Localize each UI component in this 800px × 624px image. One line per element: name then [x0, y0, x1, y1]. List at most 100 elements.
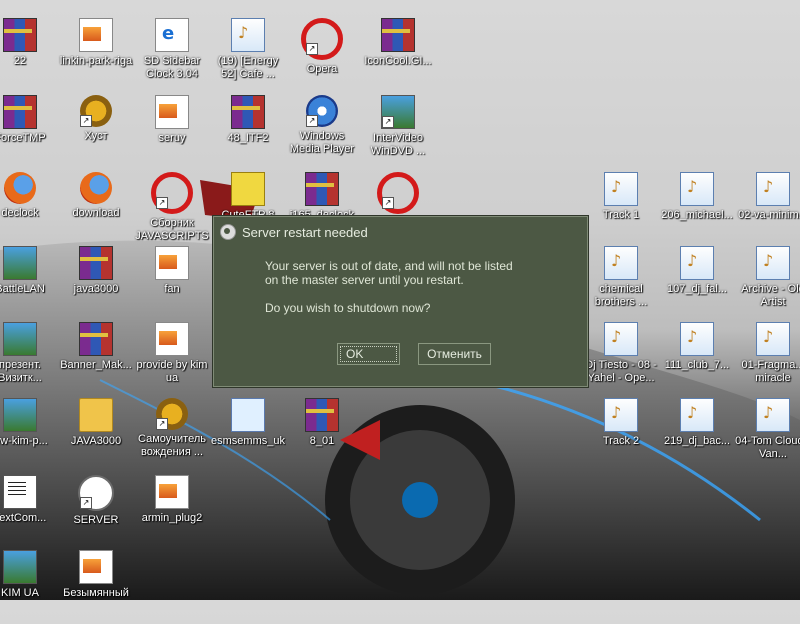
desktop-icon-intervideo-windvd[interactable]: ↗ InterVideo WinDVD ... — [360, 95, 436, 169]
desktop-icon-dj-tiesto[interactable]: Dj Tiesto - 08 - Yahel - Ope... — [583, 322, 659, 396]
desktop-icon-download[interactable]: download — [58, 172, 134, 246]
file-icon — [79, 18, 113, 52]
dialog-message: Your server is out of date, and will not… — [265, 259, 565, 315]
desktop-icon-seruy[interactable]: seruy — [134, 95, 210, 169]
shortcut-arrow-icon: ↗ — [306, 115, 318, 127]
desktop-icon-fan[interactable]: fan — [134, 246, 210, 320]
desktop-icon-iconcool[interactable]: IconCool.GI... — [360, 18, 436, 92]
file-icon — [3, 398, 37, 432]
file-icon — [305, 398, 339, 432]
file-icon: ↗ — [377, 172, 419, 214]
desktop-icon-server[interactable]: ↗ SERVER — [58, 475, 134, 549]
file-icon — [4, 172, 36, 204]
icon-label: 48_ITF2 — [227, 132, 269, 144]
file-icon — [604, 322, 638, 356]
file-icon — [231, 172, 265, 206]
desktop-icon-kim-ua[interactable]: KIM UA — [0, 550, 58, 624]
desktop-icon-esmsemms-uk[interactable]: esmsemms_uk — [210, 398, 286, 472]
desktop-icon-04-tom-cloud[interactable]: 04-Tom Cloud--Van... — [735, 398, 800, 472]
icon-label: seruy — [158, 132, 186, 144]
file-icon — [381, 18, 415, 52]
icon-label: SD Sidebar Clock 3.04 — [143, 55, 201, 80]
desktop-icon-111-club[interactable]: 111_club_7... — [659, 322, 735, 396]
shortcut-arrow-icon: ↗ — [80, 115, 92, 127]
icon-label: java3000 — [73, 283, 119, 295]
desktop-icon-107-dj-fal[interactable]: 107_dj_fal... — [659, 246, 735, 320]
file-icon — [3, 95, 37, 129]
desktop-icon-armin-plug2[interactable]: armin_plug2 — [134, 475, 210, 549]
icon-label: SERVER — [73, 514, 119, 526]
file-icon — [155, 95, 189, 129]
desktop-icon-java3000[interactable]: java3000 — [58, 246, 134, 320]
ok-button[interactable]: OK — [337, 343, 400, 365]
desktop-icon-ww-kim[interactable]: ww-kim-p... — [0, 398, 58, 472]
shutdown-question: Do you wish to shutdown now? — [265, 301, 431, 315]
file-icon — [155, 475, 189, 509]
icon-label: Windows Media Player — [289, 130, 355, 155]
desktop-icon-22[interactable]: 22 — [0, 18, 58, 92]
desktop-icon-206-michael[interactable]: 206_michael... — [659, 172, 735, 246]
icon-label: ForceTMP — [0, 132, 46, 144]
file-icon — [756, 172, 790, 206]
icon-label: Самоучитель вождения ... — [138, 433, 206, 458]
file-icon: ↗ — [301, 18, 343, 60]
desktop-icon-sd-sidebar-clock[interactable]: SD Sidebar Clock 3.04 — [134, 18, 210, 92]
desktop-icon-opera[interactable]: ↗ Opera — [284, 18, 360, 92]
file-icon — [680, 172, 714, 206]
icon-label: 22 — [13, 55, 27, 67]
desktop-icon-219-dj-bac[interactable]: 219_dj_bac... — [659, 398, 735, 472]
desktop-icon-02-va-minim[interactable]: 02-va-minim... — [735, 172, 800, 246]
file-icon: ↗ — [381, 95, 415, 129]
file-icon — [680, 246, 714, 280]
icon-label: 107_dj_fal... — [667, 283, 727, 295]
desktop-icon-windows-media-player[interactable]: ↗ Windows Media Player — [284, 95, 360, 169]
dialog-titlebar[interactable]: Server restart needed — [214, 217, 587, 247]
file-icon — [3, 18, 37, 52]
icon-label: Хуст — [84, 130, 108, 142]
icon-label: Archive - Old Artist — [741, 283, 800, 308]
desktop-icon-java3000-folder[interactable]: JAVA3000 — [58, 398, 134, 472]
desktop-icon-khust[interactable]: ↗ Хуст — [58, 95, 134, 169]
file-icon: ↗ — [151, 172, 193, 214]
desktop-icon-01-fragma[interactable]: 01-Fragma... miracle — [735, 322, 800, 396]
shortcut-arrow-icon: ↗ — [156, 197, 168, 209]
file-icon — [3, 322, 37, 356]
file-icon — [305, 172, 339, 206]
shortcut-arrow-icon: ↗ — [156, 418, 168, 430]
desktop-icon-sbornik-javascripts[interactable]: ↗ Сборник JAVASCRIPTS — [134, 172, 210, 246]
icon-label: (19) [Energy 52] Cafe ... — [217, 55, 279, 80]
file-icon: ↗ — [156, 398, 188, 430]
desktop-icon-archive-old-artist[interactable]: Archive - Old Artist — [735, 246, 800, 320]
desktop-icon-banner-mak[interactable]: Banner_Mak... — [58, 322, 134, 396]
desktop-icon-48-itf2[interactable]: 48_ITF2 — [210, 95, 286, 169]
desktop-icon-prezent[interactable]: презент. Визитк... — [0, 322, 58, 396]
desktop-icon-provide-by-kim-ua[interactable]: provide by kim ua — [134, 322, 210, 396]
file-icon — [604, 172, 638, 206]
desktop-icon-samouchitel[interactable]: ↗ Самоучитель вождения ... — [134, 398, 210, 472]
desktop-icon-forcetmp[interactable]: ForceTMP — [0, 95, 58, 169]
shortcut-arrow-icon: ↗ — [80, 497, 92, 509]
cancel-button[interactable]: Отменить — [418, 343, 491, 365]
desktop-icon-track-2[interactable]: Track 2 — [583, 398, 659, 472]
file-icon — [155, 18, 189, 52]
icon-label: 8_01 — [309, 435, 335, 447]
desktop-icon-chemical-brothers[interactable]: chemical brothers ... — [583, 246, 659, 320]
file-icon: ↗ — [78, 475, 114, 511]
desktop-icon-8-01[interactable]: 8_01 — [284, 398, 360, 472]
icon-label: declock — [1, 207, 39, 219]
shortcut-arrow-icon: ↗ — [382, 116, 394, 128]
icon-label: Сборник JAVASCRIPTS — [135, 217, 209, 242]
file-icon — [79, 398, 113, 432]
file-icon — [680, 322, 714, 356]
desktop-icon-energy-52-cafe[interactable]: (19) [Energy 52] Cafe ... — [210, 18, 286, 92]
desktop-icon-linkin-park-riga[interactable]: linkin-park-riga — [58, 18, 134, 92]
icon-label: download — [72, 207, 120, 219]
desktop-icon-battlelan[interactable]: BattleLAN — [0, 246, 58, 320]
desktop-icon-declock[interactable]: declock — [0, 172, 58, 246]
icon-label: Track 2 — [602, 435, 640, 447]
file-icon — [80, 172, 112, 204]
icon-label: 02-va-minim... — [738, 209, 800, 221]
desktop-icon-track-1[interactable]: Track 1 — [583, 172, 659, 246]
desktop-icon-textcom[interactable]: TextCom... — [0, 475, 58, 549]
desktop-icon-bezymyanny[interactable]: Безымянный — [58, 550, 134, 624]
